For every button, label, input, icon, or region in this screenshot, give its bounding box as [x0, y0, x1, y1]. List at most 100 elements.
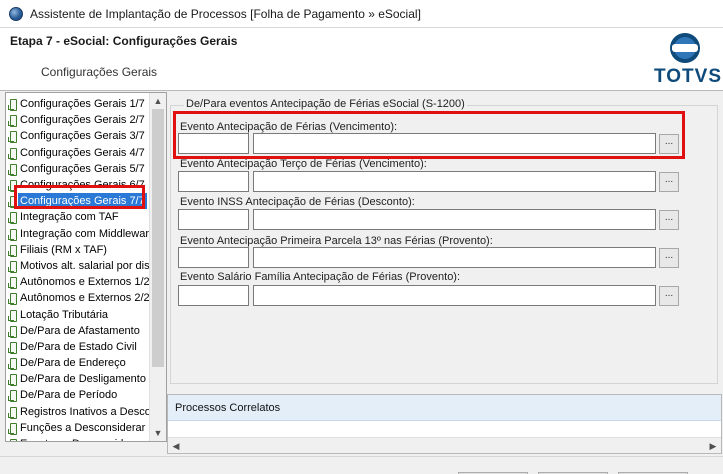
totvs-app-icon	[9, 6, 23, 21]
tree-item[interactable]: Integração com TAF	[6, 209, 149, 225]
document-leaf-icon	[8, 389, 17, 403]
document-leaf-icon	[8, 357, 17, 371]
tree-item-label: De/Para de Afastamento	[20, 324, 140, 337]
document-leaf-icon	[8, 276, 17, 290]
tree-item[interactable]: Integração com Middleware	[6, 226, 149, 242]
tree-item-label: Motivos alt. salarial por diss	[20, 259, 149, 272]
tree-item[interactable]: Lotação Tributária	[6, 306, 149, 322]
field-code-ferias-vencimento[interactable]	[178, 133, 249, 154]
tree-scroll-thumb[interactable]	[152, 109, 164, 367]
header-divider	[0, 90, 723, 91]
tree-item-label: Integração com TAF	[20, 211, 119, 224]
lookup-button-salario-familia[interactable]: ...	[659, 286, 679, 306]
field-description-salario-familia[interactable]	[253, 285, 656, 306]
lookup-button-inss-ferias[interactable]: ...	[659, 210, 679, 230]
field-code-terco-ferias[interactable]	[178, 171, 249, 192]
chevron-up-icon[interactable]: ▲	[150, 93, 166, 109]
field-label-ferias-vencimento: Evento Antecipação de Férias (Vencimento…	[180, 121, 398, 133]
tree-item[interactable]: Configurações Gerais 5/7	[6, 161, 149, 177]
tree-item[interactable]: De/Para de Endereço	[6, 355, 149, 371]
field-description-terco-ferias[interactable]	[253, 171, 656, 192]
tree-item-label: De/Para de Estado Civil	[20, 340, 137, 353]
tree-item-label: Configurações Gerais 5/7	[20, 162, 145, 175]
tree-item-label: Configurações Gerais 1/7	[20, 98, 145, 111]
document-leaf-icon	[8, 147, 17, 160]
field-description-primeira-parcela-13[interactable]	[253, 247, 656, 268]
footer-area	[0, 456, 723, 474]
tree-item-label: Filiais (RM x TAF)	[20, 243, 107, 256]
tree-item[interactable]: Filiais (RM x TAF)	[6, 242, 149, 258]
tree-item-label: Configurações Gerais 2/7	[20, 114, 145, 127]
group-legend: De/Para eventos Antecipação de Férias eS…	[184, 98, 467, 110]
tree-vertical-scrollbar[interactable]: ▲ ▼	[149, 93, 166, 441]
tree-item[interactable]: Motivos alt. salarial por diss	[6, 258, 149, 274]
tree-item[interactable]: Funções a Desconsiderar	[6, 420, 149, 436]
tree-item-label: Eventos a Desconsiderar	[20, 436, 143, 441]
tree-item[interactable]: Configurações Gerais 7/7	[6, 193, 149, 210]
step-title: Etapa 7 - eSocial: Configurações Gerais	[10, 34, 238, 48]
tree-item-label: Configurações Gerais 4/7	[20, 146, 145, 159]
tree-item-label: Configurações Gerais 3/7	[20, 130, 145, 143]
tree-item-label: Configurações Gerais 6/7	[20, 179, 145, 192]
tree-item[interactable]: De/Para de Afastamento	[6, 323, 149, 339]
tree-item-label: Funções a Desconsiderar	[20, 421, 146, 434]
field-description-inss-ferias[interactable]	[253, 209, 656, 230]
chevron-left-icon[interactable]: ◀	[168, 438, 184, 454]
document-leaf-icon	[8, 244, 17, 257]
lookup-button-primeira-parcela-13[interactable]: ...	[659, 248, 679, 268]
step-subtitle: Configurações Gerais	[41, 65, 158, 79]
document-leaf-icon	[8, 130, 17, 144]
field-label-primeira-parcela-13: Evento Antecipação Primeira Parcela 13º …	[180, 235, 493, 247]
tree-item-label: De/Para de Endereço	[20, 357, 126, 370]
related-processes-title: Processos Correlatos	[175, 402, 281, 414]
document-leaf-icon	[8, 114, 17, 128]
chevron-down-icon[interactable]: ▼	[150, 425, 166, 441]
field-code-primeira-parcela-13[interactable]	[178, 247, 249, 268]
document-leaf-icon	[8, 163, 17, 176]
lookup-button-terco-ferias[interactable]: ...	[659, 172, 679, 192]
document-leaf-icon	[8, 309, 17, 322]
tree-item[interactable]: Configurações Gerais 3/7	[6, 128, 149, 144]
tree-item-label: De/Para de Desligamento	[20, 373, 146, 386]
steps-tree[interactable]: Configurações Gerais 1/7 Configurações Ge…	[5, 92, 167, 442]
document-leaf-icon	[8, 422, 17, 435]
tree-item[interactable]: Configurações Gerais 6/7	[6, 177, 149, 193]
tree-item[interactable]: De/Para de Estado Civil	[6, 339, 149, 355]
document-leaf-icon	[8, 341, 17, 354]
tree-item[interactable]: Autônomos e Externos 1/2	[6, 274, 149, 290]
tree-item-label: Configurações Gerais 7/7	[18, 193, 147, 210]
title-bar: Assistente de Implantação de Processos […	[0, 0, 723, 28]
document-leaf-icon	[8, 228, 17, 241]
document-leaf-icon	[8, 195, 17, 209]
tree-item-label: Registros Inativos a Desco	[20, 405, 149, 418]
related-processes-panel: Processos Correlatos ◀ ▶	[167, 394, 722, 454]
totvs-logo: TOTVS	[650, 32, 721, 88]
tree-item-label: Autônomos e Externos 1/2	[20, 276, 149, 289]
tree-item[interactable]: Configurações Gerais 4/7	[6, 145, 149, 161]
tree-item-label: Integração com Middleware	[20, 227, 149, 240]
chevron-right-icon[interactable]: ▶	[705, 438, 721, 454]
tree-item[interactable]: Eventos a Desconsiderar	[6, 436, 149, 441]
main-form-panel: De/Para eventos Antecipação de Férias eS…	[167, 92, 723, 392]
tree-item-label: De/Para de Período	[20, 389, 118, 402]
tree-item[interactable]: Configurações Gerais 2/7	[6, 112, 149, 128]
tree-item[interactable]: Autônomos e Externos 2/2	[6, 290, 149, 306]
document-leaf-icon	[8, 292, 17, 306]
tree-item[interactable]: De/Para de Desligamento	[6, 371, 149, 387]
tree-item-label: Lotação Tributária	[20, 308, 109, 321]
field-code-inss-ferias[interactable]	[178, 209, 249, 230]
window-title: Assistente de Implantação de Processos […	[30, 6, 421, 21]
field-label-terco-ferias: Evento Antecipação Terço de Férias (Venc…	[180, 158, 427, 170]
document-leaf-icon	[8, 98, 17, 112]
field-description-ferias-vencimento[interactable]	[253, 133, 656, 154]
steps-tree-items: Configurações Gerais 1/7 Configurações Ge…	[6, 93, 149, 441]
tree-item[interactable]: Configurações Gerais 1/7	[6, 96, 149, 112]
tree-item[interactable]: De/Para de Período	[6, 387, 149, 403]
lookup-button-ferias-vencimento[interactable]: ...	[659, 134, 679, 154]
tree-item[interactable]: Registros Inativos a Desco	[6, 404, 149, 420]
field-code-salario-familia[interactable]	[178, 285, 249, 306]
related-processes-header: Processos Correlatos	[168, 395, 721, 421]
document-leaf-icon	[8, 406, 17, 419]
related-processes-horizontal-scrollbar[interactable]: ◀ ▶	[168, 437, 721, 453]
field-label-inss-ferias: Evento INSS Antecipação de Férias (Desco…	[180, 196, 415, 208]
